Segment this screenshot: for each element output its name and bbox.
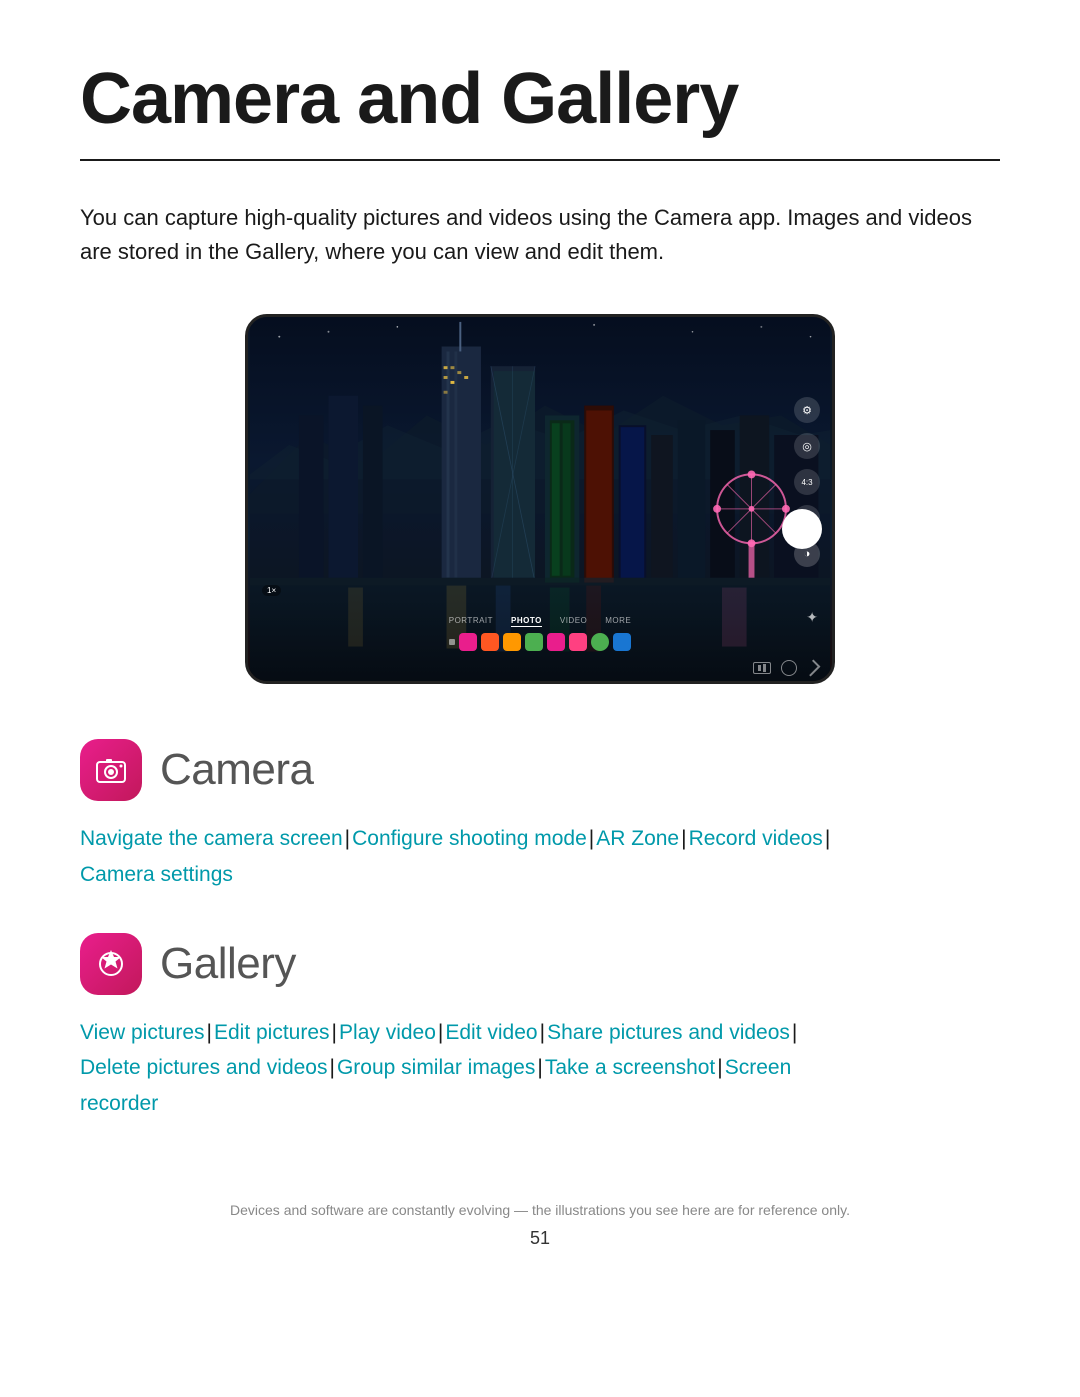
shutter-button[interactable]: [782, 509, 822, 549]
link-navigate-camera[interactable]: Navigate the camera screen: [80, 827, 343, 850]
gallery-section-header: Gallery: [80, 933, 1000, 995]
link-ar-zone[interactable]: AR Zone: [596, 827, 679, 850]
gsep-1: |: [207, 1021, 212, 1044]
app-icon-1: [459, 633, 477, 651]
mode-portrait[interactable]: PORTRAIT: [449, 616, 493, 627]
sep-3: |: [681, 827, 686, 850]
gsep-6: |: [329, 1056, 334, 1079]
zoom-label: 1×: [262, 585, 281, 596]
page-title: Camera and Gallery: [80, 60, 1000, 139]
title-divider: [80, 159, 1000, 161]
sep-2: |: [589, 827, 594, 850]
sep-1: |: [345, 827, 350, 850]
gsep-4: |: [540, 1021, 545, 1044]
app-icon-2: [481, 633, 499, 651]
link-edit-pictures[interactable]: Edit pictures: [214, 1021, 330, 1044]
intro-text: You can capture high-quality pictures an…: [80, 201, 980, 269]
settings-icon[interactable]: ⚙: [794, 397, 820, 423]
camera-icon-svg: [93, 752, 129, 788]
device-screen: ⚙ ◎ 4:3 ↺ ◑ 1× ✦ PORTRAIT PHOTO: [248, 317, 832, 681]
app-icon-7: [591, 633, 609, 651]
camera-ui: ⚙ ◎ 4:3 ↺ ◑ 1× ✦ PORTRAIT PHOTO: [248, 317, 832, 681]
back-icon[interactable]: [804, 660, 821, 677]
gallery-icon-svg: [93, 946, 129, 982]
gallery-links: View pictures|Edit pictures|Play video|E…: [80, 1015, 1000, 1122]
timer-icon[interactable]: ◎: [794, 433, 820, 459]
camera-section-header: Camera: [80, 739, 1000, 801]
link-share-pictures[interactable]: Share pictures and videos: [547, 1021, 790, 1044]
app-icon-6: [569, 633, 587, 651]
app-icon-3: [503, 633, 521, 651]
gsep-3: |: [438, 1021, 443, 1044]
gsep-5: |: [792, 1021, 797, 1044]
footer-note: Devices and software are constantly evol…: [80, 1202, 1000, 1218]
link-view-pictures[interactable]: View pictures: [80, 1021, 205, 1044]
mode-video[interactable]: VIDEO: [560, 616, 587, 627]
home-icon[interactable]: [781, 660, 797, 676]
camera-links: Navigate the camera screen|Configure sho…: [80, 821, 1000, 892]
gsep-7: |: [537, 1056, 542, 1079]
apps-grid-icon: [449, 639, 455, 645]
gallery-app-icon: [80, 933, 142, 995]
device-frame: ⚙ ◎ 4:3 ↺ ◑ 1× ✦ PORTRAIT PHOTO: [245, 314, 835, 684]
sep-4: |: [825, 827, 830, 850]
link-record-videos[interactable]: Record videos: [689, 827, 823, 850]
link-take-screenshot[interactable]: Take a screenshot: [545, 1056, 715, 1079]
camera-app-icon: [80, 739, 142, 801]
device-screenshot-container: ⚙ ◎ 4:3 ↺ ◑ 1× ✦ PORTRAIT PHOTO: [80, 314, 1000, 684]
link-configure-shooting[interactable]: Configure shooting mode: [352, 827, 587, 850]
app-icon-8: [613, 633, 631, 651]
app-icon-4: [525, 633, 543, 651]
camera-modes: PORTRAIT PHOTO VIDEO MORE: [449, 616, 632, 627]
link-camera-settings[interactable]: Camera settings: [80, 863, 233, 886]
mode-more[interactable]: MORE: [605, 616, 631, 627]
mode-photo[interactable]: PHOTO: [511, 616, 542, 627]
recent-apps-icon[interactable]: [753, 662, 771, 674]
footer: Devices and software are constantly evol…: [80, 1202, 1000, 1249]
link-play-video[interactable]: Play video: [339, 1021, 436, 1044]
gsep-2: |: [332, 1021, 337, 1044]
camera-bottom-bar: PORTRAIT PHOTO VIDEO MORE: [248, 616, 832, 651]
gallery-section-title: Gallery: [160, 939, 296, 989]
link-delete-pictures[interactable]: Delete pictures and videos: [80, 1056, 327, 1079]
system-nav-bar: [753, 660, 822, 676]
app-icon-5: [547, 633, 565, 651]
page-number: 51: [80, 1228, 1000, 1249]
ratio-icon[interactable]: 4:3: [794, 469, 820, 495]
app-icons-tray: [449, 633, 631, 651]
link-edit-video[interactable]: Edit video: [445, 1021, 537, 1044]
link-group-similar[interactable]: Group similar images: [337, 1056, 535, 1079]
gsep-8: |: [717, 1056, 722, 1079]
camera-section-title: Camera: [160, 745, 314, 795]
